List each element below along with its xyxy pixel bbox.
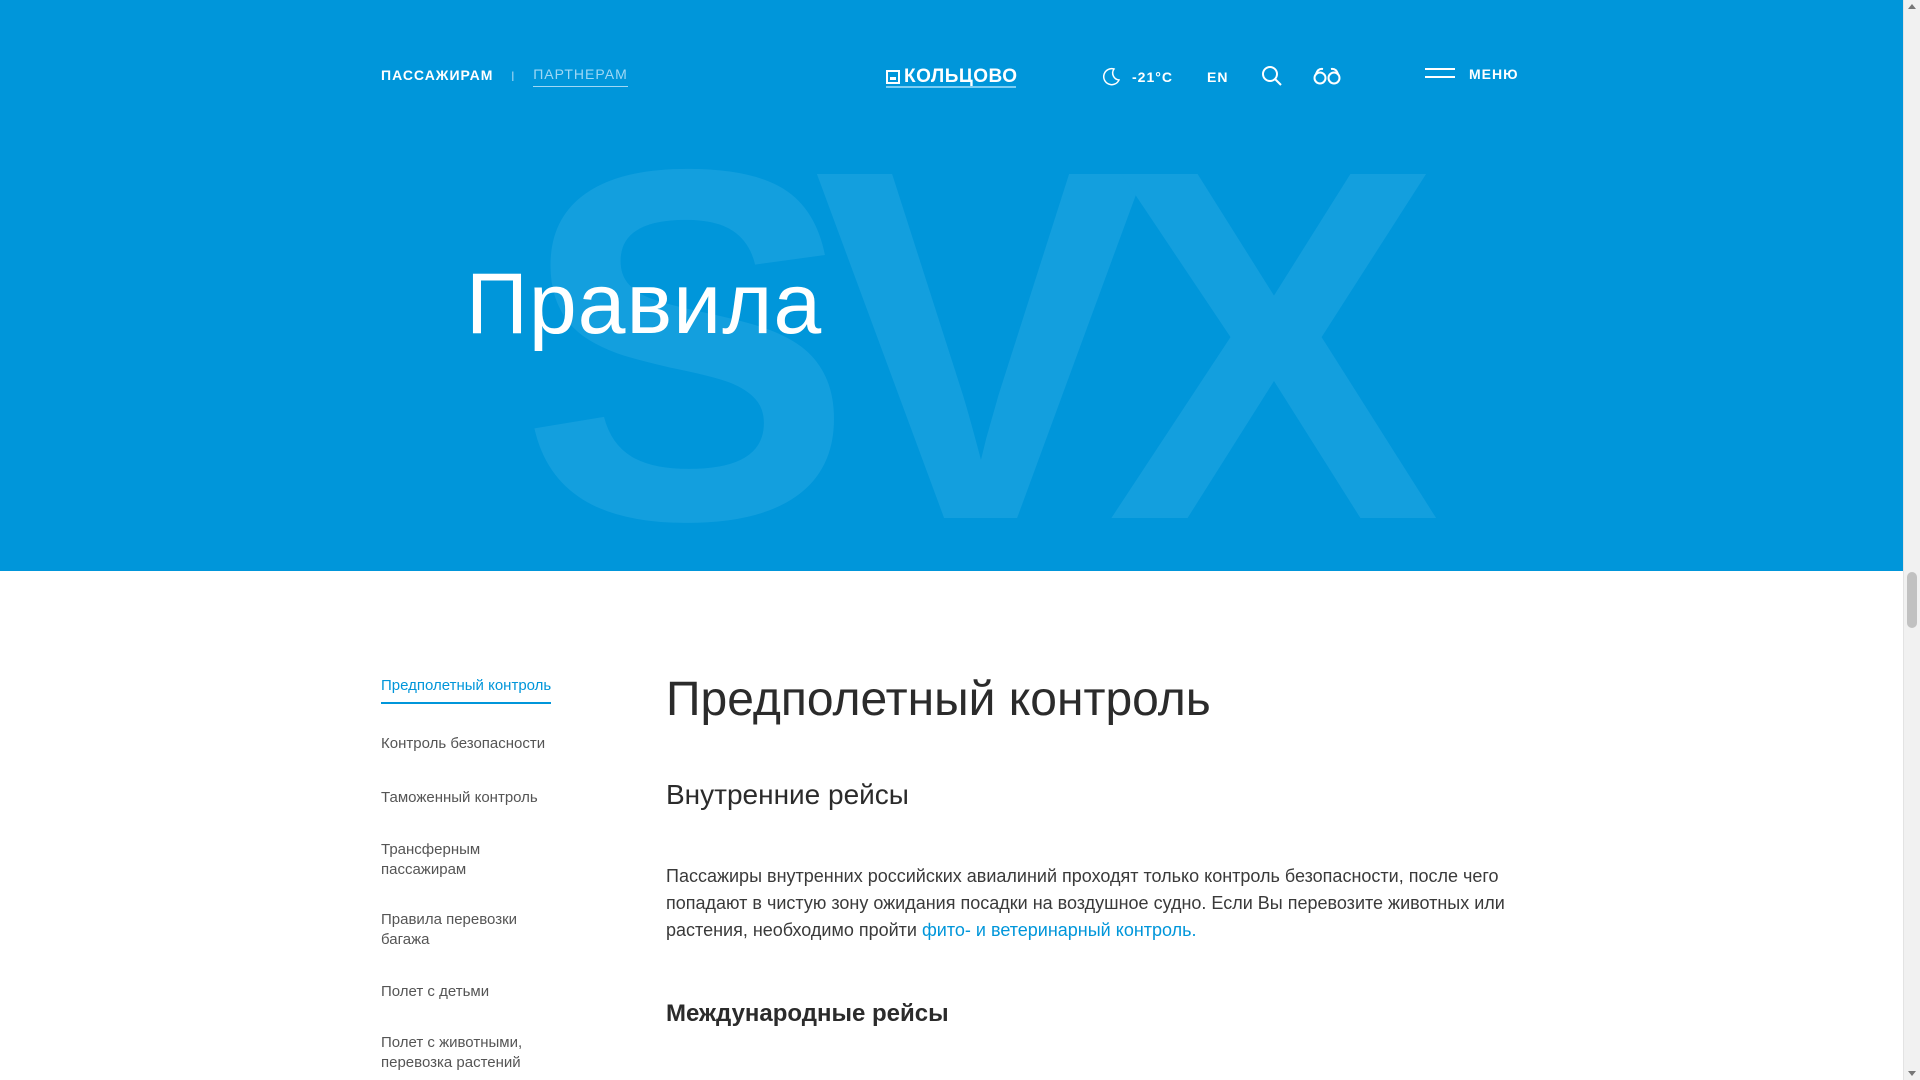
sidebar-item-preflight[interactable]: Предполетный контроль [381,676,552,704]
logo-mark [886,70,900,84]
nav-partners[interactable]: ПАРТНЕРАМ [533,66,628,87]
section-international-title: Международные рейсы [666,1000,949,1027]
search-icon[interactable] [1261,65,1283,87]
scroll-thumb[interactable] [1907,572,1917,628]
hero-banner: SVX ПАССАЖИРАМ | ПАРТНЕРАМ КОЛЬЦОВО -21°… [0,0,1903,571]
menu-label: МЕНЮ [1469,66,1519,82]
sidebar-item-animals[interactable]: Полет с животными, перевозка растений [381,1033,556,1073]
sidebar-item-baggage[interactable]: Правила перевозки багажа [381,910,556,950]
moon-icon [1103,67,1121,86]
scrollbar[interactable] [1903,0,1920,1080]
logo-underline [886,86,1016,88]
top-nav: ПАССАЖИРАМ | ПАРТНЕРАМ [381,66,628,87]
language-switch[interactable]: EN [1207,69,1228,85]
page-title: Правила [466,256,823,352]
weather-widget: -21°C [1100,66,1173,88]
content-title: Предполетный контроль [666,673,1211,726]
nav-passengers[interactable]: ПАССАЖИРАМ [381,67,493,87]
scroll-down-icon[interactable] [1908,1071,1916,1076]
hamburger-icon [1425,68,1455,80]
section-domestic-title: Внутренние рейсы [666,779,909,810]
sidebar-item-transfer[interactable]: Трансферным пассажирам [381,840,556,880]
scroll-up-icon[interactable] [1908,4,1916,9]
main-content: Предполетный контроль Внутренние рейсы П… [666,672,1526,1028]
glasses-icon[interactable] [1313,66,1341,86]
sidebar-item-children[interactable]: Полет с детьми [381,982,581,1002]
phyto-vet-link[interactable]: фито- и ветеринарный контроль. [922,920,1197,940]
sidebar-item-security[interactable]: Контроль безопасности [381,734,581,754]
logo[interactable]: КОЛЬЦОВО [886,66,1018,88]
nav-separator: | [511,71,516,82]
sidebar: Предполетный контроль Контроль безопасно… [381,676,581,1073]
menu-button[interactable]: МЕНЮ [1425,66,1519,82]
section-domestic-text: Пассажиры внутренних российских авиалини… [666,863,1526,944]
logo-text: КОЛЬЦОВО [904,66,1018,87]
sidebar-item-customs[interactable]: Таможенный контроль [381,788,581,808]
weather-temperature: -21°C [1132,69,1173,85]
